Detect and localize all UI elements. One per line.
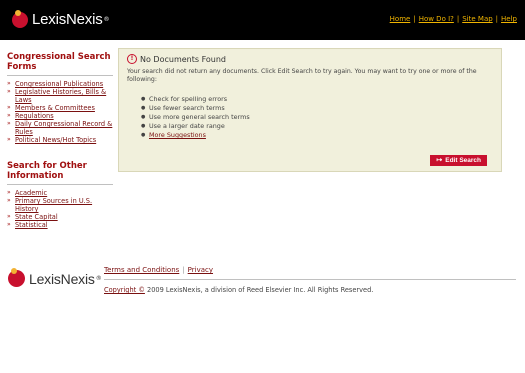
suggestion-text: Use fewer search terms	[149, 104, 225, 112]
sidebar-link[interactable]: Regulations	[15, 112, 54, 120]
sidebar-divider	[7, 184, 113, 185]
chevron-right-icon: »	[7, 88, 11, 95]
chevron-right-icon: »	[7, 136, 11, 143]
sidebar-item-academic: » Academic	[7, 189, 113, 197]
footer-links: Terms and Conditions | Privacy	[104, 266, 213, 274]
sidebar-link[interactable]: Legislative Histories, Bills & Laws	[15, 88, 113, 104]
sidebar-item-political-news: » Political News/Hot Topics	[7, 136, 113, 144]
sidebar: Congressional Search Forms » Congressiona…	[7, 52, 113, 229]
sidebar-list-other: » Academic » Primary Sources in U.S. Histo…	[7, 189, 113, 229]
header-bar: LexisNexis ® Home | How Do I? | Site Map | Hel…	[0, 0, 525, 40]
sidebar-heading-other-information: Search for Other Information	[7, 161, 87, 181]
sidebar-item-regulations: » Regulations	[7, 112, 113, 120]
sidebar-item-members-committees: » Members & Committees	[7, 104, 113, 112]
sidebar-link[interactable]: Members & Committees	[15, 104, 95, 112]
privacy-link[interactable]: Privacy	[188, 266, 213, 274]
chevron-right-icon: »	[7, 80, 11, 87]
message-title: ! No Documents Found	[127, 54, 226, 64]
suggestion-item: ● Use more general search terms	[141, 113, 250, 122]
chevron-right-icon: »	[7, 189, 11, 196]
suggestion-item: ● Use fewer search terms	[141, 104, 250, 113]
sidebar-item-primary-sources: » Primary Sources in U.S. History	[7, 197, 113, 213]
top-nav: Home | How Do I? | Site Map | Help	[390, 15, 517, 23]
sidebar-link[interactable]: Statistical	[15, 221, 48, 229]
chevron-right-icon: »	[7, 221, 11, 228]
sidebar-link[interactable]: Daily Congressional Record & Rules	[15, 120, 113, 136]
footer-logo-text: LexisNexis	[29, 270, 95, 287]
chevron-right-icon: »	[7, 197, 11, 204]
copyright-text: 2009 LexisNexis, a division of Reed Else…	[144, 286, 374, 294]
registered-mark: ®	[95, 275, 102, 282]
more-suggestions-link[interactable]: More Suggestions	[149, 131, 206, 140]
suggestion-list: ● Check for spelling errors ● Use fewer se…	[141, 95, 250, 140]
lexisnexis-logo[interactable]: LexisNexis ®	[12, 9, 110, 28]
logo-mark-icon	[8, 268, 25, 287]
nav-separator: |	[495, 15, 499, 23]
chevron-right-icon: »	[7, 213, 11, 220]
suggestion-text: Use a larger date range	[149, 122, 225, 130]
logo-text: LexisNexis	[32, 11, 103, 28]
nav-how-do-i-link[interactable]: How Do I?	[419, 15, 454, 23]
arrow-right-icon: ↦	[436, 157, 443, 164]
sidebar-item-state-capital: » State Capital	[7, 213, 113, 221]
edit-search-label: Edit Search	[445, 157, 481, 164]
no-documents-message-box: ! No Documents Found Your search did not…	[118, 48, 502, 172]
sidebar-divider	[7, 75, 113, 76]
sidebar-link[interactable]: Academic	[15, 189, 47, 197]
copyright-line: Copyright © 2009 LexisNexis, a division …	[104, 286, 373, 294]
chevron-right-icon: »	[7, 104, 11, 111]
suggestion-item: ● More Suggestions	[141, 131, 250, 140]
sidebar-heading-congressional: Congressional Search Forms	[7, 52, 111, 72]
sidebar-item-legislative-histories: » Legislative Histories, Bills & Laws	[7, 88, 113, 104]
nav-separator: |	[413, 15, 416, 23]
nav-separator: |	[456, 15, 460, 23]
suggestion-item: ● Check for spelling errors	[141, 95, 250, 104]
sidebar-item-congressional-publications: » Congressional Publications	[7, 80, 113, 88]
nav-help-link[interactable]: Help	[501, 15, 517, 23]
copyright-link[interactable]: Copyright ©	[104, 286, 145, 294]
message-title-text: No Documents Found	[140, 54, 227, 64]
suggestion-item: ● Use a larger date range	[141, 122, 250, 131]
edit-search-button[interactable]: ↦ Edit Search	[430, 155, 487, 166]
sidebar-link[interactable]: Congressional Publications	[15, 80, 103, 88]
terms-and-conditions-link[interactable]: Terms and Conditions	[104, 266, 179, 274]
sidebar-list-congressional: » Congressional Publications » Legislative…	[7, 80, 113, 144]
bullet-icon: ●	[141, 114, 146, 120]
bullet-icon: ●	[141, 132, 146, 138]
bullet-icon: ●	[141, 123, 146, 129]
bullet-icon: ●	[141, 105, 146, 111]
bullet-icon: ●	[141, 96, 146, 102]
message-body-text: Your search did not return any documents…	[127, 68, 477, 83]
sidebar-link[interactable]: State Capital	[15, 213, 58, 221]
sidebar-item-daily-congressional-record: » Daily Congressional Record & Rules	[7, 120, 113, 136]
chevron-right-icon: »	[7, 112, 11, 119]
suggestion-text: Use more general search terms	[149, 113, 250, 121]
footer-logo: LexisNexis ®	[8, 268, 102, 287]
logo-mark-icon	[12, 9, 28, 28]
sidebar-link[interactable]: Primary Sources in U.S. History	[15, 197, 113, 213]
footer-separator: |	[182, 266, 185, 274]
registered-mark: ®	[103, 16, 110, 23]
nav-site-map-link[interactable]: Site Map	[462, 15, 492, 23]
sidebar-link[interactable]: Political News/Hot Topics	[15, 136, 96, 144]
chevron-right-icon: »	[7, 120, 11, 127]
sidebar-item-statistical: » Statistical	[7, 221, 113, 229]
suggestion-text: Check for spelling errors	[149, 95, 228, 103]
nav-home-link[interactable]: Home	[390, 15, 411, 23]
footer-divider	[104, 279, 516, 280]
warning-icon: !	[127, 54, 137, 64]
